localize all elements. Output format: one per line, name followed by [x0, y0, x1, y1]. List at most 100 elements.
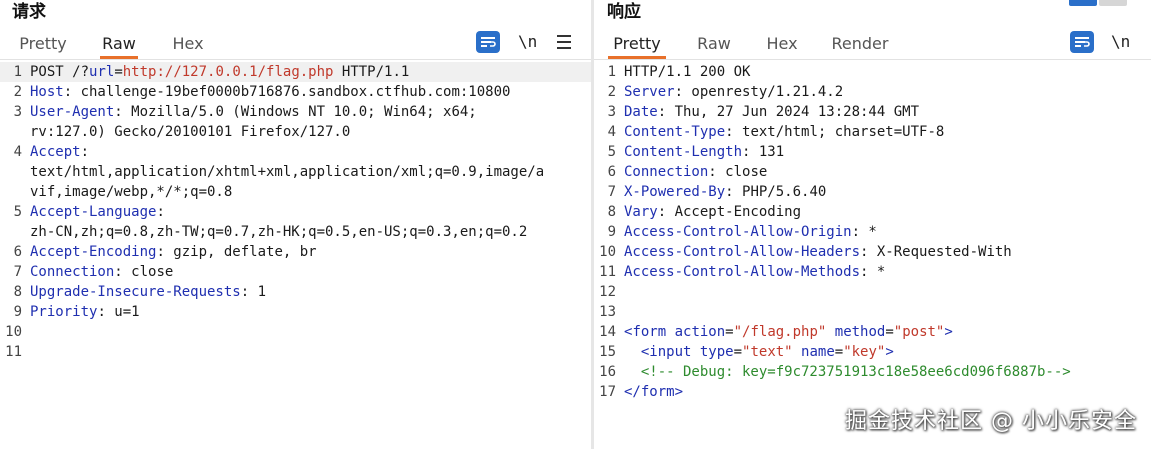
tab-hex[interactable]: Hex	[170, 30, 206, 58]
line-number: 9	[13, 304, 22, 320]
code-line[interactable]: rv:127.0) Gecko/20100101 Firefox/127.0	[0, 122, 591, 142]
tab-raw[interactable]: Raw	[100, 30, 138, 59]
code-line[interactable]: 16 <!-- Debug: key=f9c723751913c18e58ee6…	[594, 362, 1151, 382]
code-token: : openresty/1.21.4.2	[674, 84, 844, 100]
line-number: 10	[5, 324, 22, 340]
code-token: Connection	[624, 164, 709, 180]
code-line[interactable]: 5 Accept-Language:	[0, 202, 591, 222]
code-line[interactable]: text/html,application/xhtml+xml,applicat…	[0, 162, 591, 182]
code-token: =	[733, 344, 743, 360]
code-token: X-Powered-By	[624, 184, 726, 200]
code-token: Accept-Encoding	[30, 244, 157, 260]
line-content: Access-Control-Allow-Headers: X-Requeste…	[624, 242, 1012, 262]
code-token: : close	[708, 164, 768, 180]
code-token: Content-Length	[624, 144, 743, 160]
line-number: 2	[13, 84, 22, 100]
code-line[interactable]: 4 Accept:	[0, 142, 591, 162]
newline-toggle-icon[interactable]: \n	[518, 30, 537, 54]
code-line[interactable]: 17 </form>	[594, 382, 1151, 402]
line-number: 16	[599, 364, 616, 380]
menu-icon[interactable]	[557, 35, 571, 53]
code-line[interactable]: 4 Content-Type: text/html; charset=UTF-8	[594, 122, 1151, 142]
code-line[interactable]: 15 <input type="text" name="key">	[594, 342, 1151, 362]
tab-render[interactable]: Render	[831, 30, 889, 58]
code-line[interactable]: 11 Access-Control-Allow-Methods: *	[594, 262, 1151, 282]
tab-pretty[interactable]: Pretty	[608, 30, 666, 59]
line-content: rv:127.0) Gecko/20100101 Firefox/127.0	[30, 122, 350, 142]
code-line[interactable]: vif,image/webp,*/*;q=0.8	[0, 182, 591, 202]
code-token: =	[885, 324, 894, 340]
line-content: Vary: Accept-Encoding	[624, 202, 801, 222]
code-token: text/html,application/xhtml+xml,applicat…	[30, 164, 545, 180]
code-token: Access-Control-Allow-Methods	[624, 264, 861, 280]
line-content: Accept:	[30, 142, 89, 162]
code-token: method	[834, 324, 886, 340]
line-number: 8	[607, 204, 616, 220]
code-line[interactable]: 7 Connection: close	[0, 262, 591, 282]
code-token: input	[649, 344, 700, 360]
code-token: : Mozilla/5.0 (Windows NT 10.0; Win64; x…	[114, 104, 477, 120]
code-token: Access-Control-Allow-Origin	[624, 224, 852, 240]
wrap-lines-icon[interactable]	[476, 31, 500, 53]
code-token: Date	[624, 104, 658, 120]
code-line[interactable]: 1 POST /?url=http://127.0.0.1/flag.php HT…	[0, 62, 591, 82]
code-line[interactable]: 10	[0, 322, 591, 342]
code-token: http://127.0.0.1/flag.php	[122, 64, 334, 80]
code-line[interactable]: 8 Vary: Accept-Encoding	[594, 202, 1151, 222]
code-token: : Accept-Encoding	[657, 204, 802, 220]
code-line[interactable]: 9 Access-Control-Allow-Origin: *	[594, 222, 1151, 242]
code-token: zh-CN,zh;q=0.8,zh-TW;q=0.7,zh-HK;q=0.5,e…	[30, 224, 528, 240]
code-token: Access-Control-Allow-Headers	[624, 244, 861, 260]
code-line[interactable]: 14 <form action="/flag.php" method="post"…	[594, 322, 1151, 342]
code-token: :	[156, 204, 165, 220]
code-token: =	[834, 344, 844, 360]
tab-pretty[interactable]: Pretty	[18, 30, 68, 58]
code-line[interactable]: 5 Content-Length: 131	[594, 142, 1151, 162]
line-number: 5	[607, 144, 616, 160]
code-line[interactable]: 2 Server: openresty/1.21.4.2	[594, 82, 1151, 102]
code-token: "key"	[843, 344, 886, 360]
code-line[interactable]: 2 Host: challenge-19bef0000b716876.sandbo…	[0, 82, 591, 102]
line-content: Priority: u=1	[30, 302, 140, 322]
line-content: zh-CN,zh;q=0.8,zh-TW;q=0.7,zh-HK;q=0.5,e…	[30, 222, 527, 242]
code-line[interactable]: 9 Priority: u=1	[0, 302, 591, 322]
code-token: =	[725, 324, 734, 340]
code-token: HTTP/1.1	[333, 64, 410, 80]
code-line[interactable]: 10 Access-Control-Allow-Headers: X-Reques…	[594, 242, 1151, 262]
code-line[interactable]: 3 Date: Thu, 27 Jun 2024 13:28:44 GMT	[594, 102, 1151, 122]
line-content: Content-Type: text/html; charset=UTF-8	[624, 122, 944, 142]
line-number: 9	[607, 224, 616, 240]
code-line[interactable]: 8 Upgrade-Insecure-Requests: 1	[0, 282, 591, 302]
code-token: :	[80, 144, 90, 160]
code-line[interactable]: 12	[594, 282, 1151, 302]
code-line[interactable]: 3 User-Agent: Mozilla/5.0 (Windows NT 10.…	[0, 102, 591, 122]
wrap-lines-icon[interactable]	[1070, 31, 1094, 53]
code-line[interactable]: 6 Accept-Encoding: gzip, deflate, br	[0, 242, 591, 262]
code-token: : 131	[742, 144, 785, 160]
code-token: : challenge-19bef0000b716876.sandbox.ctf…	[63, 84, 511, 100]
code-line[interactable]: 7 X-Powered-By: PHP/5.6.40	[594, 182, 1151, 202]
line-number: 2	[607, 84, 616, 100]
code-line[interactable]: 1 HTTP/1.1 200 OK	[594, 62, 1151, 82]
code-line[interactable]: 13	[594, 302, 1151, 322]
line-number: 17	[599, 384, 616, 400]
code-token: <!-- Debug: key=f9c723751913c18e58ee6cd0…	[624, 364, 1071, 380]
line-number: 7	[607, 184, 616, 200]
code-token: Content-Type	[624, 124, 726, 140]
code-token: >	[885, 344, 894, 360]
code-line[interactable]: 11	[0, 342, 591, 362]
line-number: 11	[5, 344, 22, 360]
code-line[interactable]: zh-CN,zh;q=0.8,zh-TW;q=0.7,zh-HK;q=0.5,e…	[0, 222, 591, 242]
code-token: >	[944, 324, 953, 340]
line-content: Upgrade-Insecure-Requests: 1	[30, 282, 266, 302]
code-token: name	[801, 344, 835, 360]
tab-hex[interactable]: Hex	[764, 30, 800, 58]
newline-toggle-icon[interactable]: \n	[1111, 30, 1130, 54]
code-token: form	[632, 324, 675, 340]
code-line[interactable]: 6 Connection: close	[594, 162, 1151, 182]
tab-raw[interactable]: Raw	[696, 30, 732, 58]
tab-divider	[594, 59, 1151, 60]
code-token: : 1	[240, 284, 267, 300]
line-content: User-Agent: Mozilla/5.0 (Windows NT 10.0…	[30, 102, 477, 122]
